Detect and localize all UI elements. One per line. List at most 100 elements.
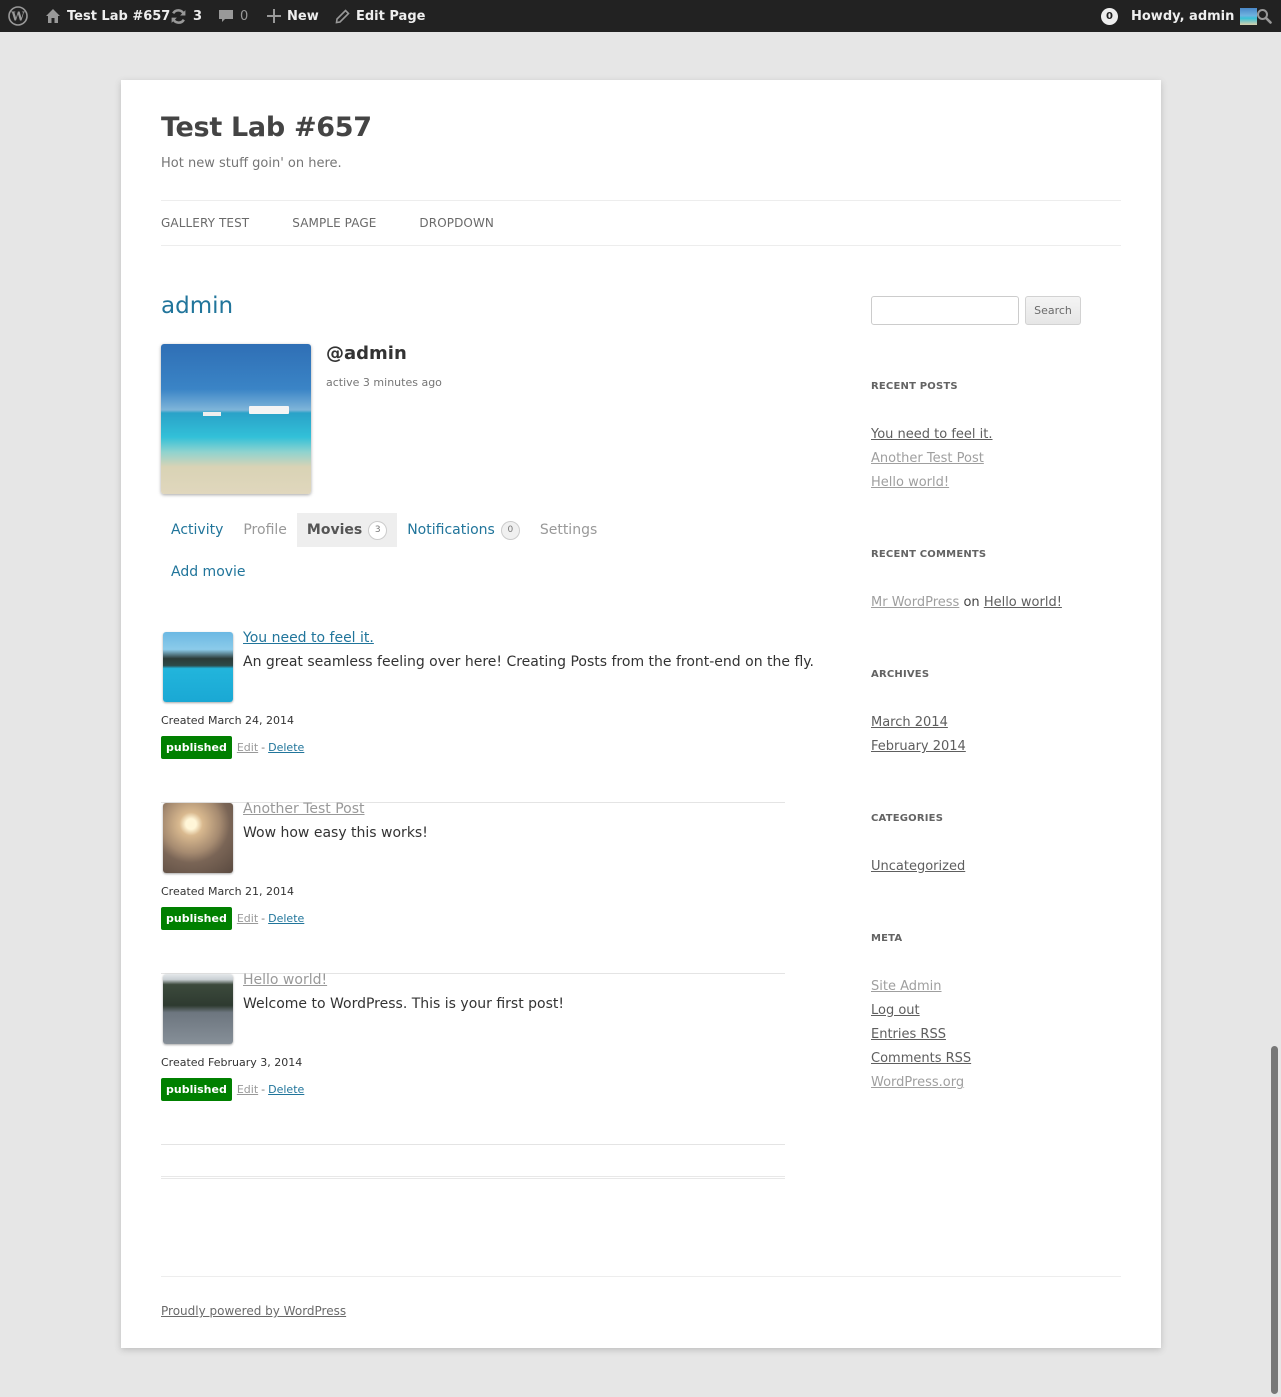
footer-divider [161,1276,1121,1277]
movie-actions: published Edit - Delete [161,1078,304,1101]
tab-label: Settings [539,522,598,538]
nav-item-dropdown[interactable]: DROPDOWN [419,216,494,230]
pencil-icon [335,8,350,24]
widget-title-recent-posts: RECENT POSTS [871,381,958,392]
edit-link[interactable]: Edit [237,741,258,754]
my-account-menu[interactable]: Howdy, admin [1131,0,1258,32]
member-last-active: active 3 minutes ago [326,376,442,389]
edit-link[interactable]: Edit [237,912,258,925]
tab-label: Profile [243,522,287,538]
nav-item-gallery-test[interactable]: GALLERY TEST [161,216,249,230]
member-tabs: Activity Profile Movies 3 Notifications 0 … [161,513,607,547]
comments-menu[interactable]: 0 [218,0,248,32]
movie-thumbnail[interactable] [163,632,233,702]
action-separator: - [261,1083,266,1096]
movie-item: Hello world! Welcome to WordPress. This … [161,972,785,1145]
tab-profile[interactable]: Profile [233,513,297,547]
home-icon [45,8,61,24]
movie-excerpt: Wow how easy this works! [243,825,428,841]
site-name-menu[interactable]: Test Lab #657 [45,0,170,32]
new-content-menu[interactable]: New [267,0,319,32]
sidebar-search-input[interactable] [871,296,1019,325]
comment-post-link[interactable]: Hello world! [984,595,1062,610]
member-name-heading[interactable]: admin [161,293,233,319]
movie-actions: published Edit - Delete [161,907,304,930]
tab-label: Notifications [407,522,495,538]
updates-menu[interactable]: 3 [170,0,202,32]
tab-count-badge: 3 [368,520,388,540]
wordpress-menu[interactable]: W [8,0,28,32]
site-title[interactable]: Test Lab #657 [161,112,372,143]
archives-list: March 2014 February 2014 [871,713,966,761]
categories-list: Uncategorized [871,857,965,881]
recent-post-link[interactable]: You need to feel it. [871,427,993,442]
archive-link[interactable]: March 2014 [871,715,948,730]
comment-on-text: on [963,595,980,610]
action-separator: - [261,912,266,925]
nav-item-sample-page[interactable]: SAMPLE PAGE [292,216,376,230]
category-link[interactable]: Uncategorized [871,859,965,874]
tab-count-badge: 0 [500,520,520,540]
recent-comments-list: Mr WordPress on Hello world! [871,593,1062,617]
status-badge: published [161,1078,232,1101]
movie-item: You need to feel it. An great seamless f… [161,630,814,803]
movie-thumbnail[interactable] [163,974,233,1044]
movie-actions: published Edit - Delete [161,736,304,759]
site-description: Hot new stuff goin' on here. [161,156,342,171]
updates-count: 3 [193,8,203,24]
movie-thumbnail[interactable] [163,803,233,873]
meta-link-entries-rss[interactable]: Entries RSS [871,1027,946,1042]
edit-link[interactable]: Edit [237,1083,258,1096]
tab-activity[interactable]: Activity [161,513,233,547]
new-label: New [287,8,319,24]
tab-label: Movies [306,522,363,538]
admin-search-button[interactable] [1256,0,1272,32]
recent-post-link[interactable]: Hello world! [871,475,949,490]
widget-title-categories: CATEGORIES [871,813,944,824]
tab-movies[interactable]: Movies 3 [296,513,398,547]
movie-excerpt: Welcome to WordPress. This is your first… [243,996,565,1012]
updates-icon [170,8,187,25]
meta-link-site-admin[interactable]: Site Admin [871,979,942,994]
movie-item: Another Test Post Wow how easy this work… [161,801,785,974]
delete-link[interactable]: Delete [268,741,304,754]
movie-excerpt: An great seamless feeling over here! Cre… [243,654,815,670]
sidebar-search-button[interactable]: Search [1025,296,1081,325]
status-badge: published [161,736,232,759]
movie-created-date: Created March 24, 2014 [161,714,295,727]
movie-title-link[interactable]: Another Test Post [243,801,365,817]
movie-title-link[interactable]: You need to feel it. [243,630,374,646]
main-navigation: GALLERY TEST SAMPLE PAGE DROPDOWN [161,200,1121,246]
avatar-image-detail [203,412,221,416]
notifications-menu[interactable]: 0 [1101,0,1118,32]
user-avatar-small [1240,7,1258,25]
recent-post-link[interactable]: Another Test Post [871,451,984,466]
tab-notifications[interactable]: Notifications 0 [397,513,530,547]
admin-bar: W Test Lab #657 3 0 New Edit Page 0 Howd [0,0,1281,32]
delete-link[interactable]: Delete [268,912,304,925]
footer-credit-link[interactable]: Proudly powered by WordPress [161,1304,346,1318]
avatar-image-detail [249,406,289,414]
movie-created-date: Created February 3, 2014 [161,1056,303,1069]
plus-icon [267,9,281,23]
action-separator: - [261,741,266,754]
tab-settings[interactable]: Settings [530,513,607,547]
edit-page-menu[interactable]: Edit Page [335,0,425,32]
delete-link[interactable]: Delete [268,1083,304,1096]
movie-title-link[interactable]: Hello world! [243,972,327,988]
comment-author-link[interactable]: Mr WordPress [871,595,959,610]
meta-link-log-out[interactable]: Log out [871,1003,920,1018]
add-movie-link[interactable]: Add movie [171,564,246,580]
meta-link-wordpress-org[interactable]: WordPress.org [871,1075,964,1090]
edit-page-label: Edit Page [356,8,426,24]
howdy-label: Howdy, admin [1131,8,1235,24]
meta-link-comments-rss[interactable]: Comments RSS [871,1051,971,1066]
member-handle: @admin [326,343,407,364]
member-avatar[interactable] [161,344,311,494]
recent-posts-list: You need to feel it. Another Test Post H… [871,425,993,497]
archive-link[interactable]: February 2014 [871,739,966,754]
page-container: Test Lab #657 Hot new stuff goin' on her… [121,80,1161,1348]
list-end-divider [161,1176,785,1179]
site-name-label: Test Lab #657 [67,8,171,24]
page-scrollbar[interactable] [1271,1046,1278,1394]
